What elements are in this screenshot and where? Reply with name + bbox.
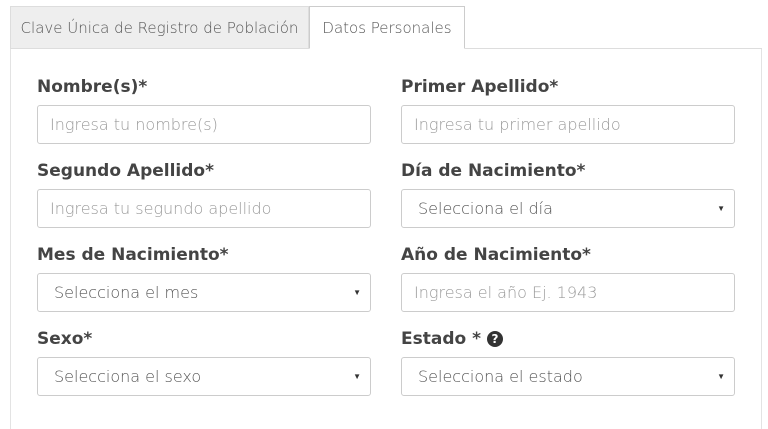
estado-label-row: Estado *? — [401, 328, 503, 350]
tab-curp[interactable]: Clave Única de Registro de Población — [10, 6, 309, 49]
caret-down-icon: ▼ — [353, 372, 361, 381]
caret-down-icon: ▼ — [717, 372, 725, 381]
dia-nacimiento-value: Selecciona el día — [418, 199, 553, 218]
anio-nacimiento-label: Año de Nacimiento* — [401, 245, 591, 265]
dia-nacimiento-select[interactable]: Selecciona el día ▼ — [401, 189, 735, 228]
nombre-input[interactable]: Ingresa tu nombre(s) — [37, 105, 371, 144]
tab-datos-personales[interactable]: Datos Personales — [309, 6, 465, 49]
primer-apellido-input[interactable]: Ingresa tu primer apellido — [401, 105, 735, 144]
estado-select[interactable]: Selecciona el estado ▼ — [401, 357, 735, 396]
form-panel: Nombre(s)* Ingresa tu nombre(s) Primer A… — [10, 49, 762, 429]
nombre-label: Nombre(s)* — [37, 77, 148, 97]
mes-nacimiento-select[interactable]: Selecciona el mes ▼ — [37, 273, 371, 312]
estado-value: Selecciona el estado — [418, 367, 583, 386]
primer-apellido-label: Primer Apellido* — [401, 77, 559, 97]
sexo-select[interactable]: Selecciona el sexo ▼ — [37, 357, 371, 396]
caret-down-icon: ▼ — [353, 288, 361, 297]
sexo-label: Sexo* — [37, 329, 93, 349]
estado-label: Estado * — [401, 329, 481, 349]
mes-nacimiento-value: Selecciona el mes — [54, 283, 199, 302]
anio-nacimiento-input[interactable]: Ingresa el año Ej. 1943 — [401, 273, 735, 312]
question-circle-icon[interactable]: ? — [487, 331, 503, 347]
caret-down-icon: ▼ — [717, 204, 725, 213]
sexo-value: Selecciona el sexo — [54, 367, 202, 386]
segundo-apellido-label: Segundo Apellido* — [37, 161, 214, 181]
tab-bar: Clave Única de Registro de Población Dat… — [10, 6, 762, 49]
mes-nacimiento-label: Mes de Nacimiento* — [37, 245, 229, 265]
dia-nacimiento-label: Día de Nacimiento* — [401, 161, 586, 181]
segundo-apellido-input[interactable]: Ingresa tu segundo apellido — [37, 189, 371, 228]
